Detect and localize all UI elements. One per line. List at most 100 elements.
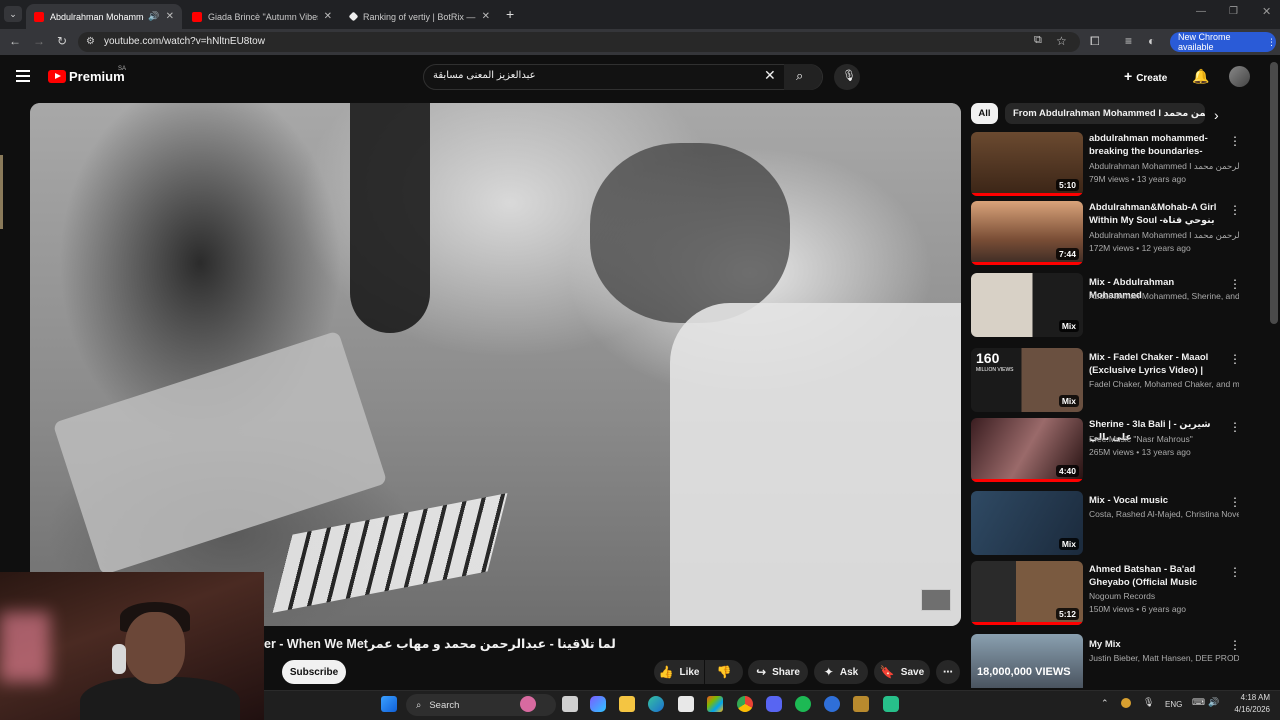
save-button[interactable]: 🔖 Save	[874, 660, 930, 684]
task-view-icon[interactable]	[562, 696, 578, 712]
channel-name[interactable]: Costa, Rashed Al-Majed, Christina Novell…	[1089, 509, 1239, 519]
m365-icon[interactable]	[707, 696, 723, 712]
voice-search-button[interactable]: 🎙	[834, 64, 860, 90]
video-thumbnail[interactable]: 18,000,000 VIEWS	[971, 634, 1083, 688]
chip-all[interactable]: All	[971, 103, 998, 124]
new-chrome-available-button[interactable]: New Chrome available ⋮	[1170, 32, 1276, 52]
notifications-bell-icon[interactable]: 🔔	[1192, 68, 1209, 85]
reload-icon[interactable]: ↻	[57, 34, 67, 48]
channel-name[interactable]: Justin Bieber, Matt Hansen, DEE PRODU...	[1089, 653, 1239, 663]
site-info-icon[interactable]: ⚙	[86, 36, 95, 47]
file-explorer-icon[interactable]	[619, 696, 635, 712]
restore-icon[interactable]: ❐	[1229, 6, 1238, 17]
search-button[interactable]: ⌕	[784, 64, 822, 90]
video-title[interactable]: Ahmed Batshan - Ba'ad Gheyabo (Official …	[1089, 563, 1227, 589]
recommendation-item[interactable]: Mix Mix - Vocal music Costa, Rashed Al-M…	[971, 491, 1241, 557]
video-thumbnail[interactable]: 160 MILLION VIEWS Mix	[971, 348, 1083, 412]
recommendation-item[interactable]: 5:12 Ahmed Batshan - Ba'ad Gheyabo (Offi…	[971, 561, 1241, 627]
tray-mic-icon[interactable]: 🎙	[1143, 697, 1154, 708]
menu-icon[interactable]	[16, 70, 30, 82]
tulips-widget-icon[interactable]	[520, 696, 536, 712]
tray-overflow-icon[interactable]: ⌃	[1101, 698, 1109, 709]
more-actions-button[interactable]: ⋯	[936, 660, 960, 684]
video-player[interactable]	[30, 103, 961, 626]
app-icon-gold[interactable]	[853, 696, 869, 712]
subscribe-button[interactable]: Subscribe	[282, 660, 346, 684]
clock-time[interactable]: 4:18 AM	[1230, 693, 1270, 702]
like-button[interactable]: 👍 Like	[654, 660, 704, 684]
input-language[interactable]: ENG	[1165, 700, 1182, 709]
ask-button[interactable]: ✦ Ask	[814, 660, 868, 684]
more-vert-icon[interactable]: ⋮	[1229, 638, 1241, 652]
page-scrollbar[interactable]	[1270, 62, 1278, 324]
tab-list-button[interactable]: ⌄	[4, 6, 22, 22]
profile-icon[interactable]: ◐	[1148, 34, 1155, 48]
more-vert-icon[interactable]: ⋮	[1229, 134, 1241, 148]
app-icon-green[interactable]	[883, 696, 899, 712]
edge-icon[interactable]	[648, 696, 664, 712]
reading-list-icon[interactable]: ≡	[1125, 34, 1132, 48]
tab-giada[interactable]: Giada Brincè "Autumn Vibes Dj ✕	[184, 4, 340, 29]
video-thumbnail[interactable]: Mix	[971, 491, 1083, 555]
clock-date[interactable]: 4/16/2026	[1220, 705, 1270, 714]
channel-name[interactable]: Abdulrahman Mohammed, Sherine, and ...	[1089, 291, 1239, 301]
tab-botrix[interactable]: Ranking of vertiy | BotRix — Ch ✕	[342, 4, 498, 29]
avatar[interactable]	[1229, 66, 1250, 87]
forward-icon[interactable]: →	[33, 34, 45, 48]
speaker-icon[interactable]: 🔊	[148, 11, 159, 22]
app-icon-blue[interactable]	[824, 696, 840, 712]
cast-icon[interactable]: ⧉	[1034, 34, 1042, 47]
recommendation-item[interactable]: 4:40 Sherine - 3la Bali | شيرين - على با…	[971, 418, 1241, 484]
more-vert-icon[interactable]: ⋮	[1229, 352, 1241, 366]
close-window-icon[interactable]: ✕	[1262, 5, 1271, 18]
channel-name[interactable]: Fadel Chaker, Mohamed Chaker, and more	[1089, 379, 1239, 389]
search-query[interactable]: عبدالعزيز المعنى مسابقة	[433, 70, 536, 81]
video-title[interactable]: Mix - Fadel Chaker - Maaol (Exclusive Ly…	[1089, 351, 1227, 377]
more-vert-icon[interactable]: ⋮	[1229, 495, 1241, 509]
video-thumbnail[interactable]: 5:10	[971, 132, 1083, 196]
create-button[interactable]: + Create	[1124, 68, 1167, 84]
recommendation-item[interactable]: 5:10 abdulrahman mohammed- breaking the …	[971, 132, 1241, 198]
volume-icon[interactable]: 🔊	[1208, 697, 1219, 708]
spotify-icon[interactable]	[795, 696, 811, 712]
more-vert-icon[interactable]: ⋮	[1229, 565, 1241, 579]
video-title[interactable]: My Mix	[1089, 638, 1227, 651]
chevron-right-icon[interactable]: ›	[1214, 107, 1219, 123]
share-button[interactable]: ↪ Share	[748, 660, 808, 684]
new-tab-icon[interactable]: +	[506, 6, 514, 22]
dislike-button[interactable]: 👎	[705, 660, 743, 684]
url-text[interactable]: youtube.com/watch?v=hNltnEU8tow	[104, 36, 265, 47]
tab-youtube-video[interactable]: Abdulrahman Mohammed 🔊 ✕	[26, 4, 182, 29]
video-thumbnail[interactable]: 7:44	[971, 201, 1083, 265]
clear-search-icon[interactable]: ✕	[764, 67, 776, 84]
channel-name[interactable]: Nogoum Records	[1089, 591, 1239, 601]
video-thumbnail[interactable]: Mix	[971, 273, 1083, 337]
network-icon[interactable]: ⌨	[1192, 697, 1205, 708]
video-title[interactable]: Abdulrahman&Mohab-A Girl Within My Soul …	[1089, 201, 1227, 227]
more-vert-icon[interactable]: ⋮	[1229, 277, 1241, 291]
channel-name[interactable]: Abdulrahman Mohammed I عبدالرحمن محمد	[1089, 230, 1239, 241]
windows-start-icon[interactable]	[381, 696, 397, 712]
close-tab-icon[interactable]: ✕	[166, 11, 174, 22]
recommendation-item[interactable]: 7:44 Abdulrahman&Mohab-A Girl Within My …	[971, 201, 1241, 267]
chip-from-channel[interactable]: From Abdulrahman Mohammed I عبدالرحمن مح…	[1005, 103, 1205, 124]
video-thumbnail[interactable]: 4:40	[971, 418, 1083, 482]
recommendation-item[interactable]: 160 MILLION VIEWS Mix Mix - Fadel Chaker…	[971, 348, 1241, 414]
chrome-icon[interactable]	[737, 696, 753, 712]
back-icon[interactable]: ←	[9, 34, 21, 48]
extensions-icon[interactable]: ⧠	[1090, 34, 1100, 49]
store-icon[interactable]	[678, 696, 694, 712]
copilot-icon[interactable]	[590, 696, 606, 712]
minimize-icon[interactable]: —	[1196, 6, 1206, 17]
video-title[interactable]: abdulrahman mohammed- breaking the bound…	[1089, 132, 1227, 158]
close-tab-icon[interactable]: ✕	[482, 11, 490, 22]
channel-watermark[interactable]	[921, 589, 951, 611]
logo-text[interactable]: Premium	[69, 69, 125, 84]
more-vert-icon[interactable]: ⋮	[1229, 420, 1241, 434]
tray-app-icon[interactable]	[1121, 698, 1131, 708]
video-thumbnail[interactable]: 5:12	[971, 561, 1083, 625]
close-tab-icon[interactable]: ✕	[324, 11, 332, 22]
recommendation-item[interactable]: 18,000,000 VIEWS My Mix Justin Bieber, M…	[971, 634, 1241, 688]
bookmark-star-icon[interactable]: ☆	[1056, 34, 1067, 48]
more-vert-icon[interactable]: ⋮	[1229, 203, 1241, 217]
